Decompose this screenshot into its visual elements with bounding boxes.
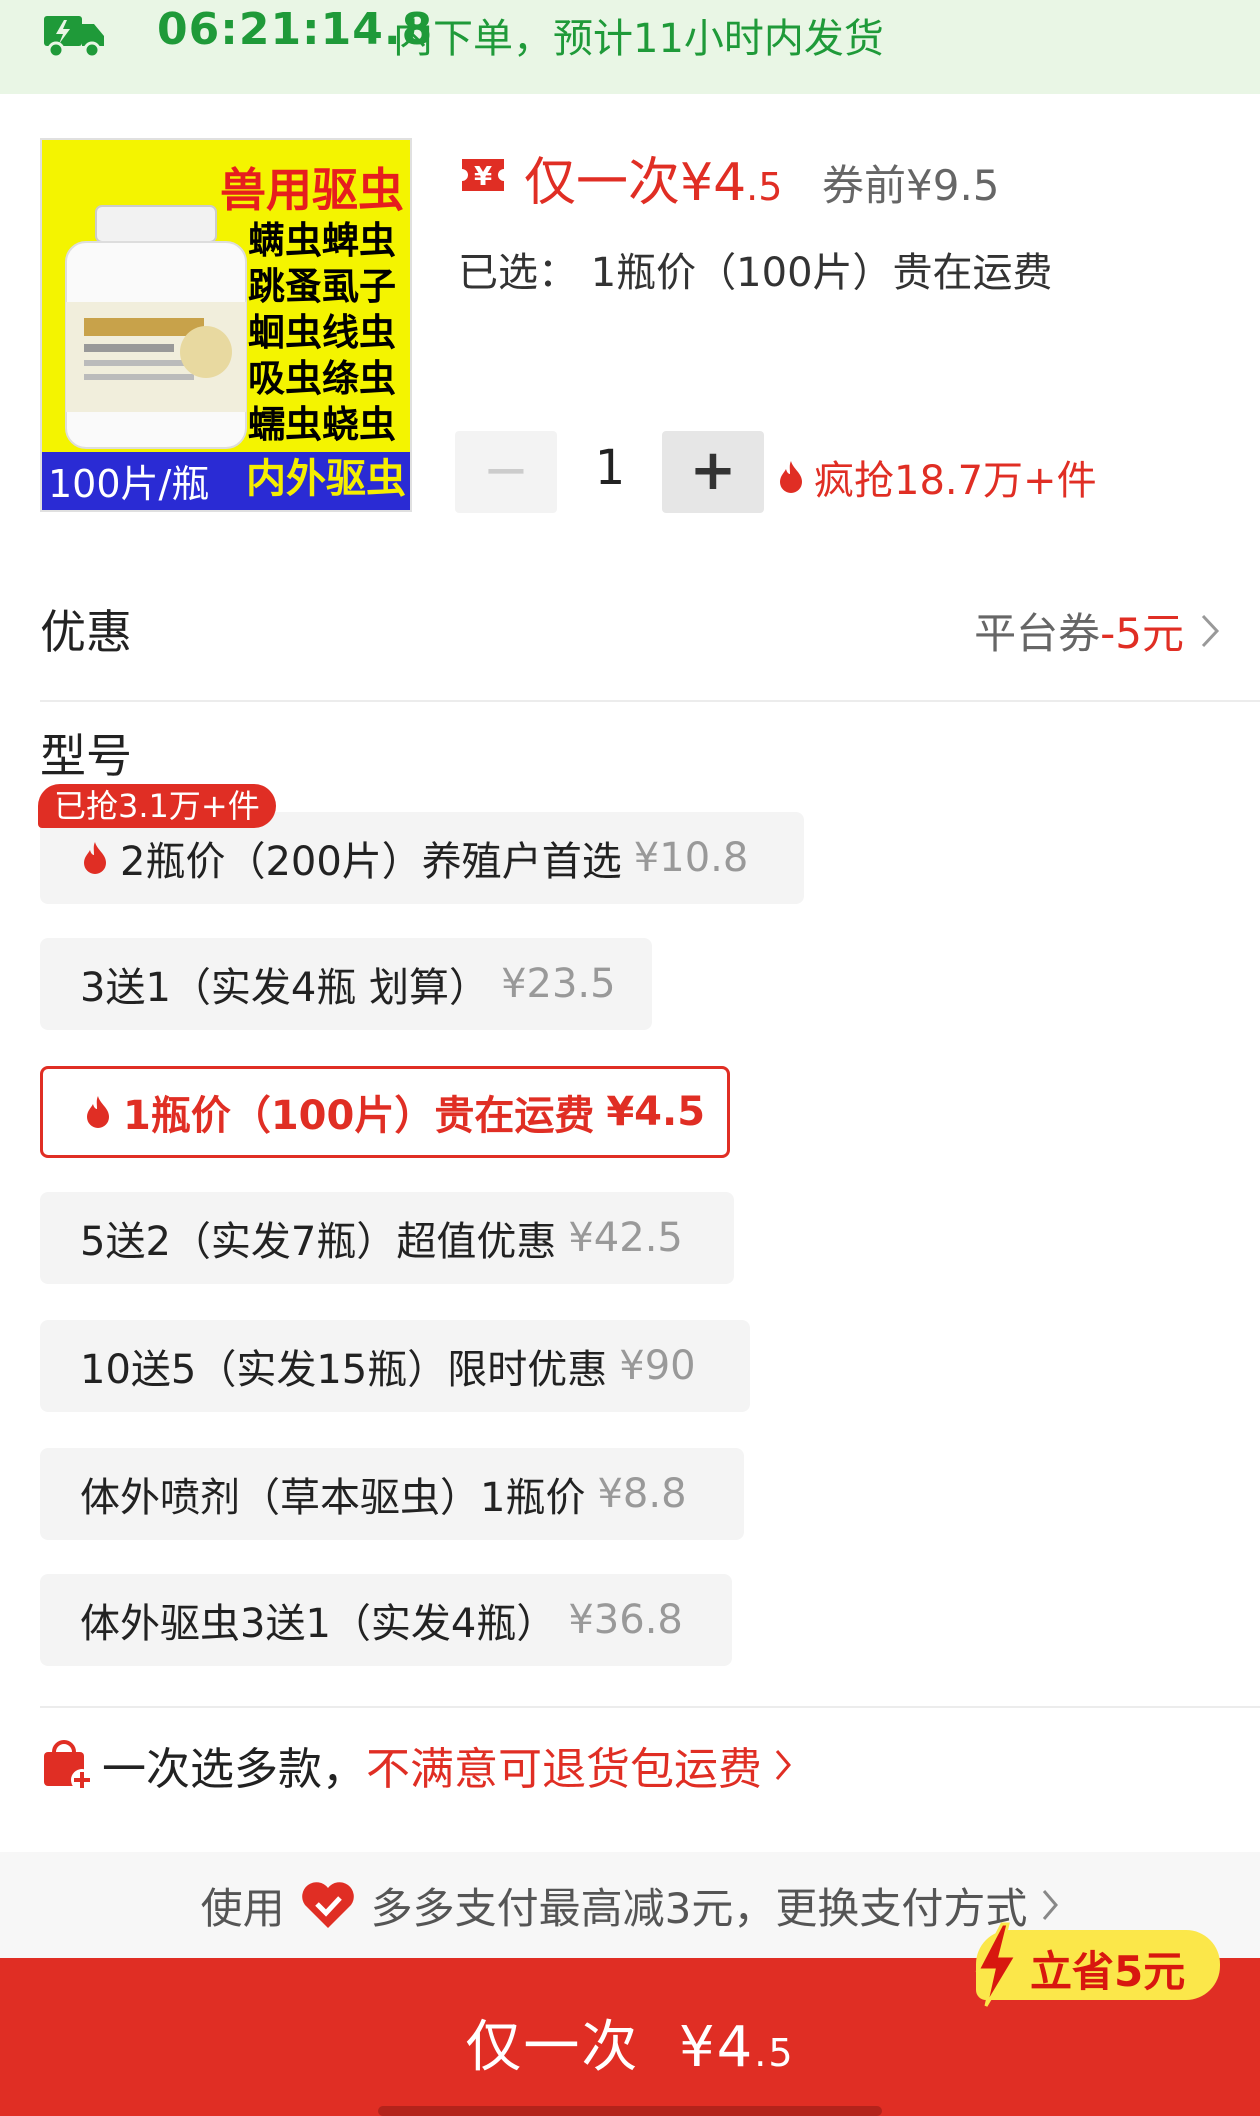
- chevron-right-icon: [1043, 1890, 1059, 1920]
- divider: [40, 700, 1260, 702]
- chevron-right-icon: [1201, 614, 1220, 647]
- home-indicator: [378, 2106, 882, 2116]
- model-option-4[interactable]: 5送2（实发7瓶）超值优惠 ¥42.5: [40, 1192, 734, 1284]
- return-guarantee-row[interactable]: 一次选多款， 不满意可退货包运费: [40, 1730, 792, 1800]
- flame-icon: [84, 842, 106, 874]
- shipping-countdown: 06:21:14.8: [157, 4, 434, 55]
- shipping-text: 内下单，预计11小时内发货: [393, 16, 884, 62]
- return-guarantee-link[interactable]: 不满意可退货包运费: [366, 1733, 792, 1797]
- discount-label: 优惠: [40, 605, 132, 659]
- model-option-2[interactable]: 3送1（实发4瓶 划算） ¥23.5: [40, 938, 652, 1030]
- image-bottom-left: 100片/瓶: [48, 462, 210, 506]
- image-bottom-right: 内外驱虫: [246, 456, 406, 502]
- chevron-right-icon: [775, 1750, 791, 1780]
- quantity-value[interactable]: 1: [580, 440, 640, 496]
- divider: [40, 1706, 1260, 1708]
- model-option-6[interactable]: 体外喷剂（草本驱虫）1瓶价 ¥8.8: [40, 1448, 744, 1540]
- save-badge: 立省5元: [975, 1922, 1220, 2007]
- price-before-coupon: 券前¥9.5: [822, 161, 1000, 210]
- model-option-7[interactable]: 体外驱虫3送1（实发4瓶） ¥36.8: [40, 1574, 732, 1666]
- image-bottom-band: 100片/瓶 内外驱虫: [42, 452, 410, 510]
- quantity-plus-button[interactable]: +: [662, 431, 764, 513]
- truck-icon: [44, 16, 104, 59]
- flame-icon: [87, 1096, 109, 1128]
- image-lines: 螨虫蜱虫 跳蚤虱子 蛔虫线虫 吸虫绦虫 蠕虫蛲虫: [248, 219, 396, 446]
- quantity-minus-button[interactable]: −: [455, 431, 557, 513]
- model-option-3-selected[interactable]: 1瓶价（100片）贵在运费 ¥4.5: [40, 1066, 730, 1158]
- product-price: 仅一次¥4.5: [524, 153, 783, 213]
- model-option-5[interactable]: 10送5（实发15瓶）限时优惠 ¥90: [40, 1320, 750, 1412]
- pay-prefix: 使用: [200, 1883, 285, 1933]
- shipping-banner: 06:21:14.8 内下单，预计11小时内发货: [0, 0, 1260, 94]
- discount-coupon[interactable]: 平台券 -5元: [974, 600, 1220, 661]
- shopping-bag-plus-icon: [44, 1740, 93, 1791]
- hot-tag: 已抢3.1万+件: [38, 784, 276, 828]
- bottle-image: [65, 205, 247, 449]
- duoduo-pay-heart-icon: [301, 1882, 354, 1928]
- lightning-icon: [975, 1922, 1019, 2007]
- discount-row[interactable]: 优惠 平台券 -5元: [40, 590, 1220, 670]
- svg-text:¥: ¥: [474, 162, 492, 192]
- hot-sold-badge: 疯抢18.7万+件: [776, 448, 1097, 506]
- flame-icon: [780, 461, 802, 493]
- selected-spec: 已选： 1瓶价（100片）贵在运费: [458, 250, 1053, 296]
- pay-text: 多多支付最高减3元，更换支付方式: [370, 1883, 1028, 1933]
- image-title: 兽用驱虫: [220, 163, 404, 217]
- coupon-yuan-icon: ¥: [462, 159, 504, 192]
- product-image[interactable]: 兽用驱虫 螨虫蜱虫 跳蚤虱子 蛔虫线虫 吸虫绦虫 蠕虫蛲虫 100片/瓶 内外驱…: [40, 138, 412, 512]
- buy-button-label: 仅一次 ¥4.5: [465, 2015, 795, 2080]
- model-section-title: 型号: [40, 729, 132, 783]
